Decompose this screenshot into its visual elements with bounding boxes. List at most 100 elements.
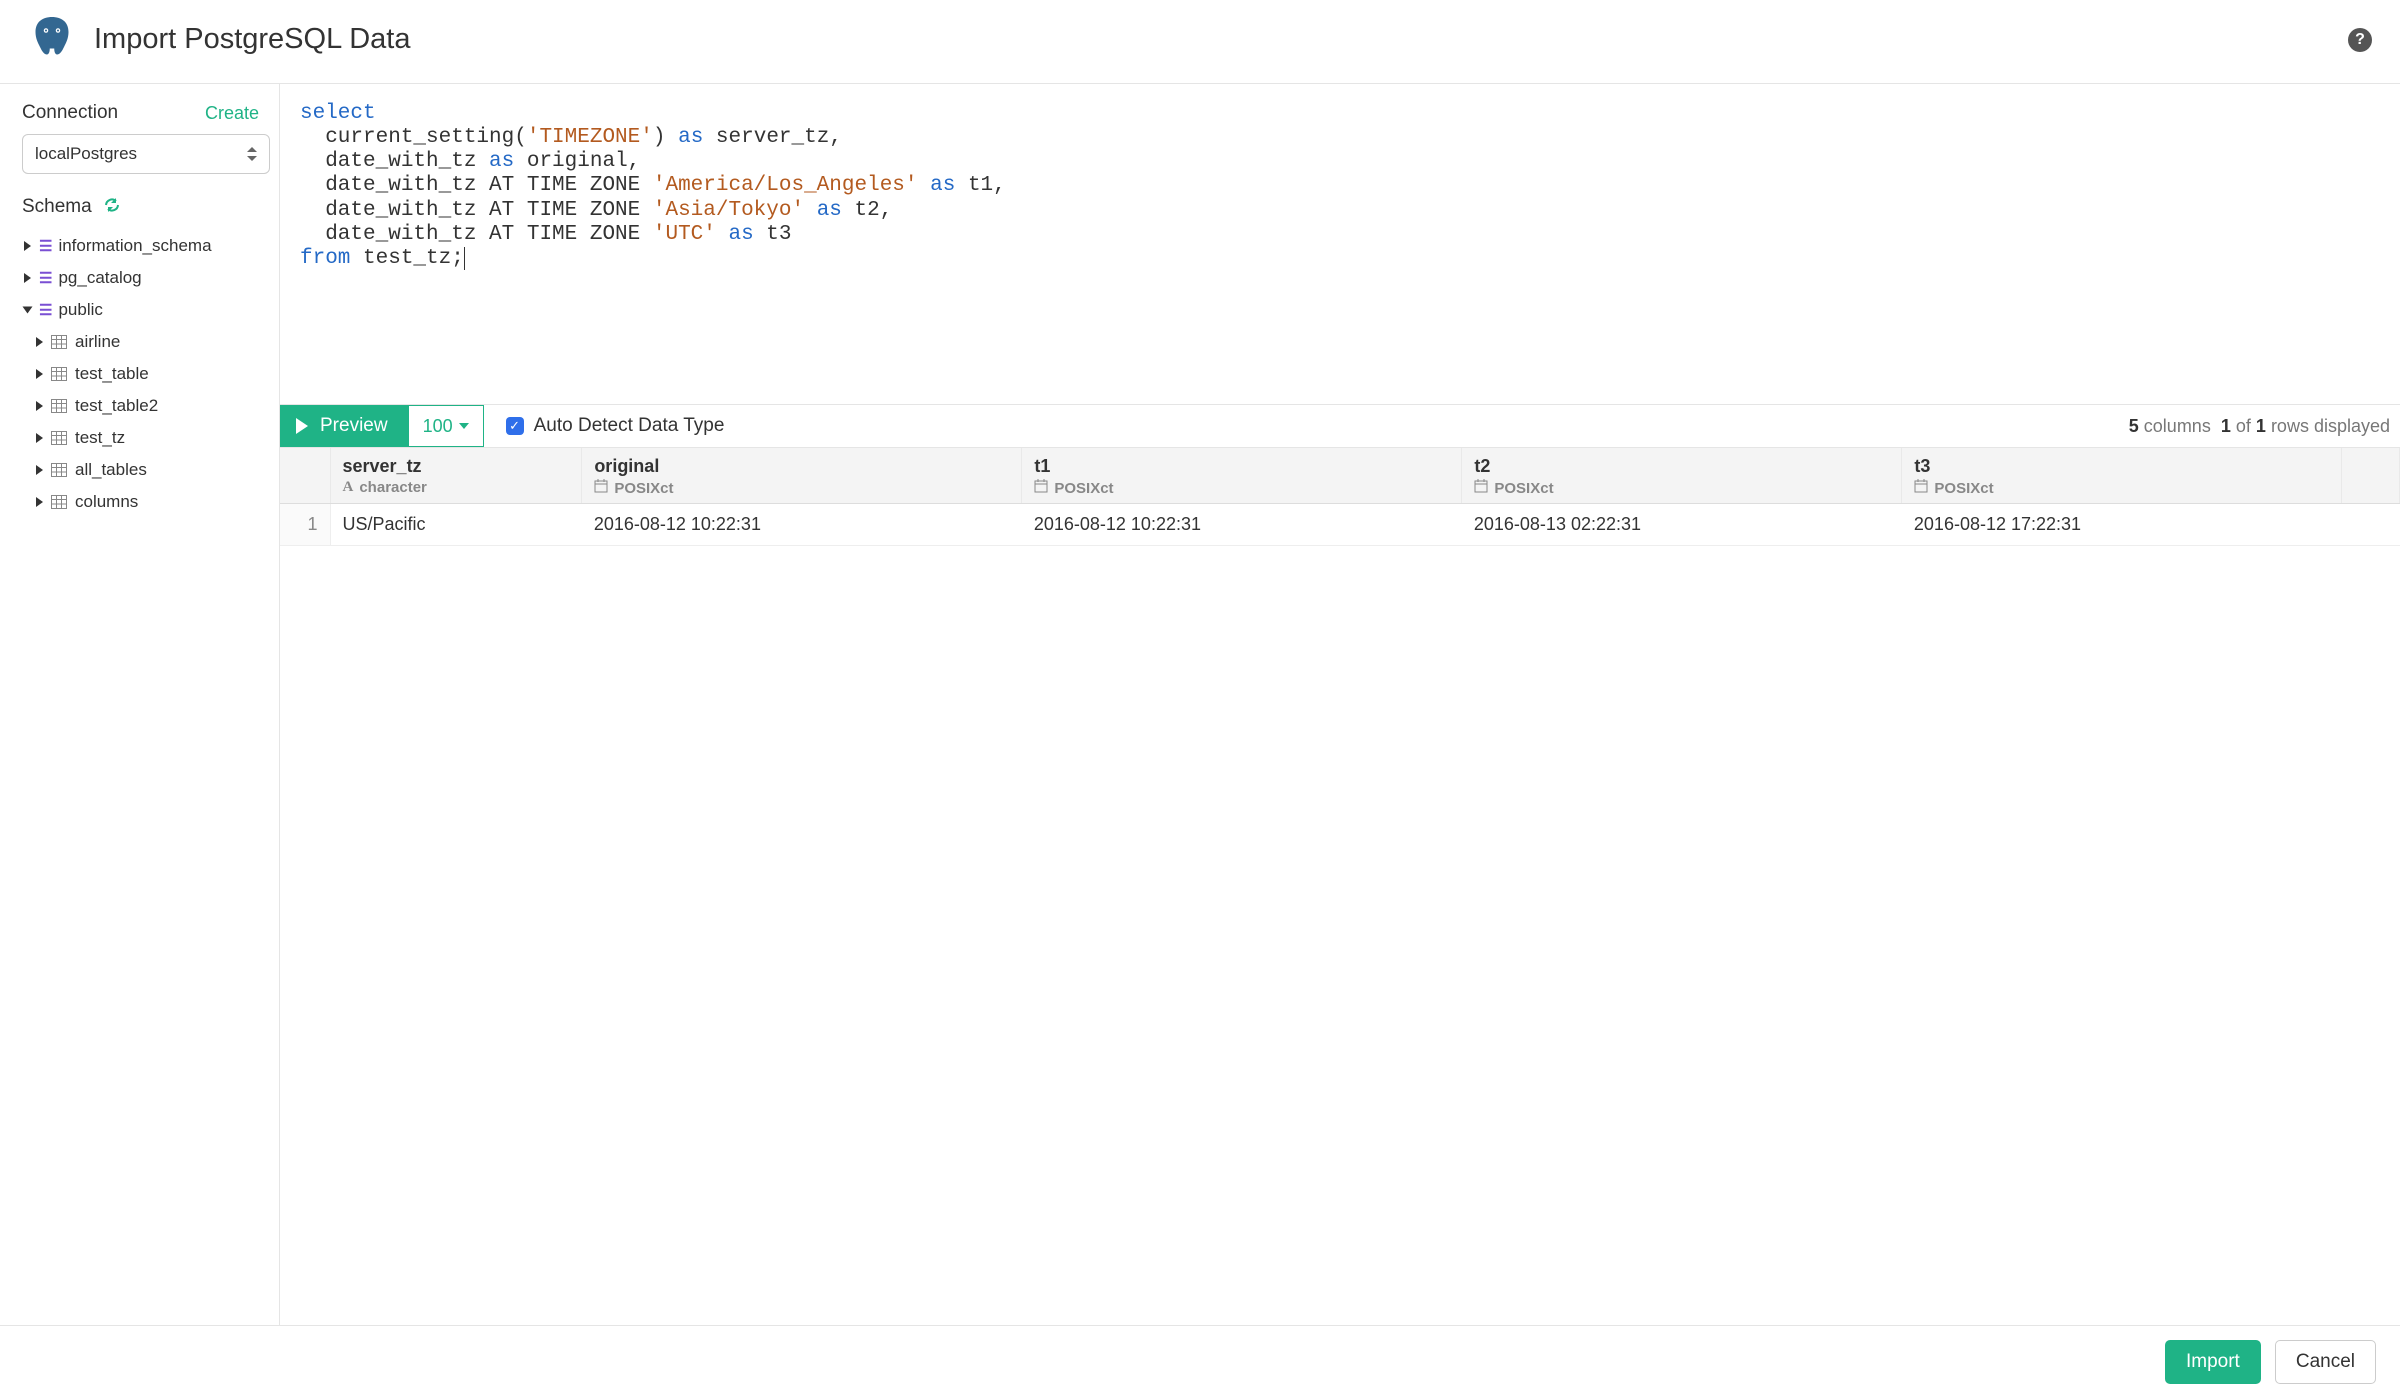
column-header-server_tz[interactable]: server_tz Acharacter <box>330 448 582 504</box>
results-header-row: server_tz Acharacter originalPOSIXct t1 POSI… <box>280 448 2400 504</box>
create-connection-link[interactable]: Create <box>205 103 259 124</box>
caret-icon <box>36 369 43 379</box>
schema-label: Schema <box>22 196 92 218</box>
status-cols: 5 <box>2129 416 2139 436</box>
results-body: 1US/Pacific2016-08-12 10:22:312016-08-12… <box>280 504 2400 546</box>
page-title: Import PostgreSQL Data <box>94 23 410 56</box>
table-label: test_table <box>75 364 149 384</box>
refresh-icon[interactable] <box>104 197 120 218</box>
connection-label: Connection <box>22 102 118 124</box>
results-wrap: server_tz Acharacter originalPOSIXct t1 POSI… <box>280 448 2400 546</box>
cell: 2016-08-13 02:22:31 <box>1462 504 1902 546</box>
status-rows-shown: 1 <box>2221 416 2231 436</box>
connection-value: localPostgres <box>35 144 137 164</box>
column-type: POSIXct <box>1914 479 2329 497</box>
sidebar: Connection Create localPostgres Schema ☰… <box>0 84 280 1325</box>
table-icon <box>51 431 67 445</box>
column-header-t1[interactable]: t1 POSIXct <box>1022 448 1462 504</box>
schema-item-pg_catalog[interactable]: ☰pg_catalog <box>22 262 273 294</box>
schema-label: pg_catalog <box>58 268 141 288</box>
body: Connection Create localPostgres Schema ☰… <box>0 84 2400 1325</box>
schema-item-information_schema[interactable]: ☰ information_schema <box>22 230 273 262</box>
column-type: POSIXct <box>594 479 1009 497</box>
table-item-columns[interactable]: columns <box>22 486 273 518</box>
column-header-t3[interactable]: t3 POSIXct <box>1902 448 2342 504</box>
table-label: test_table2 <box>75 396 158 416</box>
play-icon <box>296 418 308 434</box>
caret-icon <box>36 497 43 507</box>
sql-editor[interactable]: select current_setting('TIMEZONE') as se… <box>280 84 2400 404</box>
schema-icon: ☰ <box>39 237 50 255</box>
table-item-airline[interactable]: airline <box>22 326 273 358</box>
cell: 2016-08-12 17:22:31 <box>1902 504 2342 546</box>
table-item-test_tz[interactable]: test_tz <box>22 422 273 454</box>
table-label: airline <box>75 332 120 352</box>
preview-status: 5 columns 1 of 1 rows displayed <box>2129 416 2390 437</box>
caret-icon <box>24 241 31 251</box>
status-rows-total: 1 <box>2256 416 2266 436</box>
column-type: Acharacter <box>343 479 570 496</box>
calendar-icon <box>1474 479 1488 497</box>
rownum-cell: 1 <box>280 504 330 546</box>
column-name: server_tz <box>343 456 570 477</box>
preview-bar: Preview 100 ✓ Auto Detect Data Type 5 <box>280 404 2400 448</box>
calendar-icon <box>594 479 608 497</box>
cell: 2016-08-12 10:22:31 <box>1022 504 1462 546</box>
calendar-icon <box>1034 479 1048 497</box>
auto-detect-toggle[interactable]: ✓ Auto Detect Data Type <box>506 415 725 437</box>
column-name: t3 <box>1914 456 2329 477</box>
connection-row: Connection Create <box>22 102 273 124</box>
column-name: t2 <box>1474 456 1889 477</box>
connection-select[interactable]: localPostgres <box>22 134 270 174</box>
caret-icon <box>36 337 43 347</box>
column-type: POSIXct <box>1474 479 1889 497</box>
text-type-icon: A <box>343 479 354 496</box>
schema-row: Schema <box>22 196 273 218</box>
calendar-icon <box>1914 479 1928 497</box>
header-left: Import PostgreSQL Data <box>28 14 410 65</box>
caret-icon <box>36 401 43 411</box>
caret-icon <box>36 465 43 475</box>
preview-button-group: Preview 100 <box>280 405 484 447</box>
help-icon[interactable]: ? <box>2348 28 2372 52</box>
caret-icon <box>24 273 31 283</box>
spacer <box>280 546 2400 1325</box>
table-item-test_table2[interactable]: test_table2 <box>22 390 273 422</box>
caret-icon <box>23 307 33 314</box>
table-icon <box>51 335 67 349</box>
column-type: POSIXct <box>1034 479 1449 497</box>
cell: 2016-08-12 10:22:31 <box>582 504 1022 546</box>
schema-label: information_schema <box>58 236 211 256</box>
rownum-header <box>280 448 330 504</box>
import-button[interactable]: Import <box>2165 1340 2261 1384</box>
schema-icon: ☰ <box>39 301 50 319</box>
results-table: server_tz Acharacter originalPOSIXct t1 POSI… <box>280 448 2400 545</box>
main: select current_setting('TIMEZONE') as se… <box>280 84 2400 1325</box>
checkbox-checked-icon: ✓ <box>506 417 524 435</box>
schema-label: public <box>58 300 102 320</box>
table-item-test_table[interactable]: test_table <box>22 358 273 390</box>
table-label: test_tz <box>75 428 125 448</box>
preview-button-label: Preview <box>320 415 388 437</box>
row-limit-dropdown[interactable]: 100 <box>408 405 484 447</box>
postgres-elephant-icon <box>28 14 76 65</box>
cell: US/Pacific <box>330 504 582 546</box>
column-header-t2[interactable]: t2 POSIXct <box>1462 448 1902 504</box>
schema-tree: ☰ information_schema ☰pg_catalog ☰ public air… <box>22 230 273 518</box>
auto-detect-label: Auto Detect Data Type <box>534 415 725 437</box>
cancel-button[interactable]: Cancel <box>2275 1340 2376 1384</box>
column-name: t1 <box>1034 456 1449 477</box>
table-row[interactable]: 1US/Pacific2016-08-12 10:22:312016-08-12… <box>280 504 2400 546</box>
preview-button[interactable]: Preview <box>280 405 408 447</box>
table-icon <box>51 495 67 509</box>
footer: Import Cancel <box>0 1325 2400 1398</box>
table-label: columns <box>75 492 138 512</box>
schema-item-public[interactable]: ☰ public <box>22 294 273 326</box>
column-header-original[interactable]: originalPOSIXct <box>582 448 1022 504</box>
row-limit-value: 100 <box>423 416 453 437</box>
table-item-all_tables[interactable]: all_tables <box>22 454 273 486</box>
chevron-down-icon <box>459 423 469 429</box>
app-root: Import PostgreSQL Data ? Connection Crea… <box>0 0 2400 1398</box>
caret-icon <box>36 433 43 443</box>
header: Import PostgreSQL Data ? <box>0 0 2400 84</box>
